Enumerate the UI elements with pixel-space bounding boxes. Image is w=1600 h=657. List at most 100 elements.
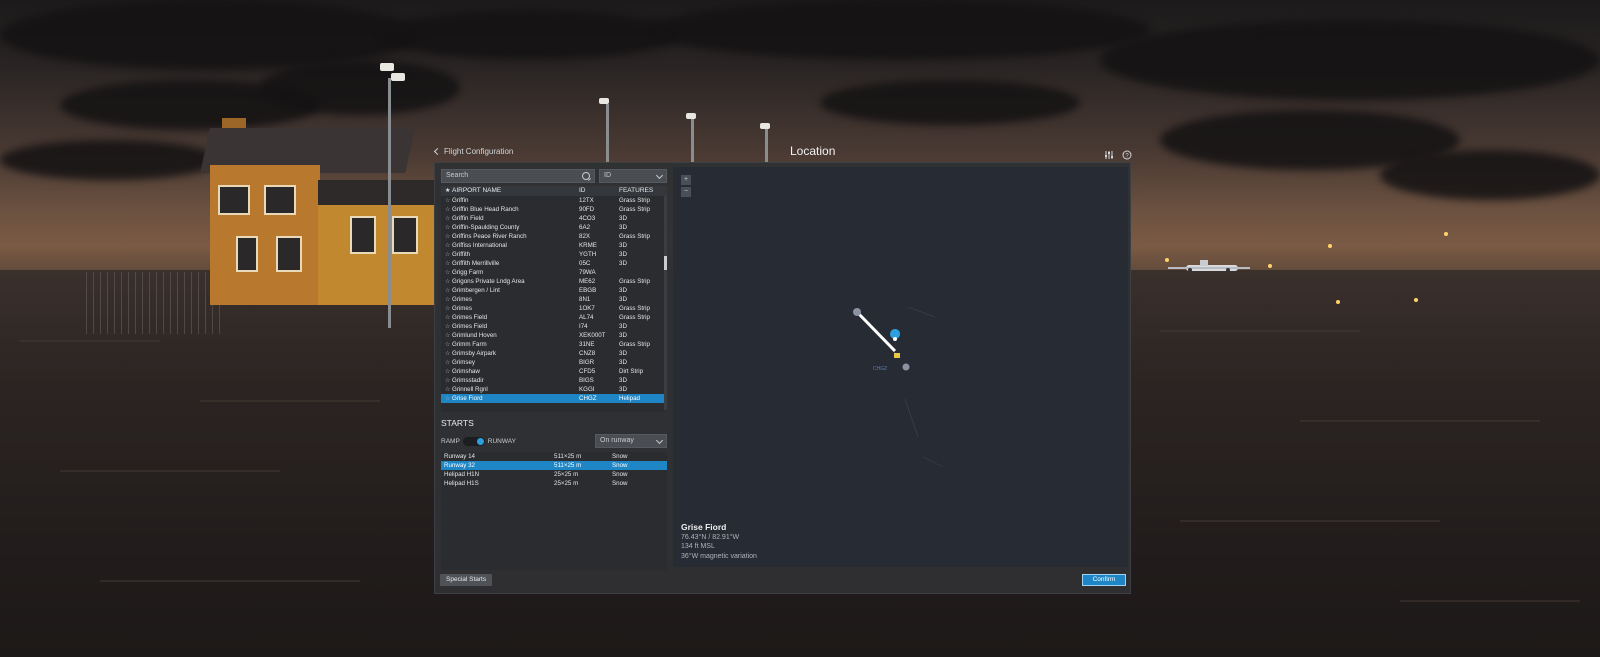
favorite-star-icon[interactable]: ☆ — [445, 296, 452, 304]
favorite-star-icon[interactable]: ☆ — [445, 233, 452, 241]
column-header-id[interactable]: ID — [579, 186, 619, 196]
table-row[interactable]: ☆ Griffin Blue Head Ranch 90FD Grass Strip — [441, 205, 667, 214]
scrollbar[interactable] — [664, 196, 667, 410]
table-row[interactable]: ☆ Griffin 12TX Grass Strip — [441, 196, 667, 205]
airport-features-cell: 3D — [619, 350, 627, 357]
sliders-icon[interactable] — [1104, 147, 1114, 159]
favorite-star-icon[interactable]: ☆ — [445, 260, 452, 268]
favorite-star-icon[interactable]: ☆ — [445, 287, 452, 295]
table-row[interactable]: ☆ Griffiss International KRME 3D — [441, 241, 667, 250]
search-input[interactable]: Search — [441, 169, 595, 183]
favorite-star-icon[interactable]: ☆ — [445, 332, 452, 340]
table-row[interactable]: ☆ Grimes 8N1 3D — [441, 295, 667, 304]
favorite-star-icon[interactable]: ☆ — [445, 314, 452, 322]
column-header-name[interactable]: ★ AIRPORT NAME — [441, 186, 579, 196]
favorite-star-icon[interactable]: ☆ — [445, 224, 452, 232]
favorite-star-icon[interactable]: ☆ — [445, 368, 452, 376]
airport-name-cell: ☆ Grigg Farm — [445, 269, 484, 277]
start-surface-cell: Snow — [612, 480, 628, 487]
favorite-star-icon[interactable]: ☆ — [445, 242, 452, 250]
start-row[interactable]: Runway 32 511×25 m Snow — [441, 461, 667, 470]
airport-id-cell: EBGB — [579, 287, 597, 294]
airport-id-cell: 1OK7 — [579, 305, 595, 312]
favorite-star-icon[interactable]: ☆ — [445, 197, 452, 205]
filter-select[interactable]: ID — [599, 169, 667, 183]
table-row[interactable]: ☆ Griffin Field 4CO3 3D — [441, 214, 667, 223]
window — [218, 185, 250, 215]
start-row[interactable]: Helipad H1S 25×25 m Snow — [441, 479, 667, 488]
start-name-cell: Runway 14 — [444, 453, 475, 460]
airport-elevation: 134 ft MSL — [681, 543, 715, 550]
start-row[interactable]: Runway 14 511×25 m Snow — [441, 452, 667, 461]
favorite-star-icon[interactable]: ☆ — [445, 359, 452, 367]
favorite-star-icon[interactable]: ☆ — [445, 278, 452, 286]
favorite-star-icon[interactable]: ☆ — [445, 251, 452, 259]
window — [276, 236, 302, 272]
dialog-footer: Special Starts Confirm — [435, 569, 1130, 593]
table-row[interactable]: ☆ Griffith YGTH 3D — [441, 250, 667, 259]
wave — [1400, 600, 1580, 602]
favorite-star-icon[interactable]: ☆ — [445, 269, 452, 277]
airport-panel: Search ID ★ AIRPORT NAME ID FEATURES ☆ Gri… — [439, 167, 667, 570]
start-name-cell: Runway 32 — [444, 462, 475, 469]
airport-id-cell: AL74 — [579, 314, 594, 321]
table-row[interactable]: ☆ Grimsey BIGR 3D — [441, 358, 667, 367]
map-view[interactable]: + − CHGZ Grise Fiord 76.43°N / 82.91°W 1… — [673, 167, 1128, 567]
airport-features-cell: Grass Strip — [619, 305, 650, 312]
airport-id-cell: 12TX — [579, 197, 594, 204]
special-starts-button[interactable]: Special Starts — [440, 574, 493, 586]
table-row[interactable]: ☆ Grimm Farm 31NE Grass Strip — [441, 340, 667, 349]
floodlight — [760, 123, 770, 129]
table-row[interactable]: ☆ Grimes 1OK7 Grass Strip — [441, 304, 667, 313]
table-row[interactable]: ☆ Grigons Private Lndg Area ME62 Grass Stri… — [441, 277, 667, 286]
airport-name-cell: ☆ Grigons Private Lndg Area — [445, 278, 525, 286]
start-position-select[interactable]: On runway — [595, 434, 667, 448]
column-header-features[interactable]: FEATURES — [619, 186, 663, 196]
favorite-star-icon[interactable]: ☆ — [445, 215, 452, 223]
airport-id-cell: 8N1 — [579, 296, 591, 303]
table-row[interactable]: ☆ Grimsstadir BIGS 3D — [441, 376, 667, 385]
table-row[interactable]: ☆ Grimes Field I74 3D — [441, 322, 667, 331]
favorite-star-icon[interactable]: ☆ — [445, 395, 452, 403]
table-row[interactable]: ☆ Grimbergen / Lint EBGB 3D — [441, 286, 667, 295]
runway-end-marker — [902, 363, 910, 371]
table-row[interactable]: ☆ Grinnell Rgnl KGGI 3D — [441, 385, 667, 394]
house-roof — [318, 180, 448, 208]
airport-features-cell: Grass Strip — [619, 197, 650, 204]
favorite-star-icon[interactable]: ☆ — [445, 305, 452, 313]
map-airport-label: CHGZ — [873, 366, 887, 372]
filter-value: ID — [604, 172, 611, 179]
start-row[interactable]: Helipad H1N 25×25 m Snow — [441, 470, 667, 479]
confirm-button[interactable]: Confirm — [1082, 574, 1126, 586]
favorite-star-icon[interactable]: ☆ — [445, 386, 452, 394]
table-row[interactable]: ☆ Grimshaw CFD5 Dirt Strip — [441, 367, 667, 376]
airport-id-cell: ME62 — [579, 278, 596, 285]
favorite-star-icon[interactable]: ☆ — [445, 206, 452, 214]
table-row[interactable]: ☆ Grimes Field AL74 Grass Strip — [441, 313, 667, 322]
airport-name-cell: ☆ Grimlund Hoven — [445, 332, 497, 340]
favorite-star-icon[interactable]: ☆ — [445, 377, 452, 385]
table-row[interactable]: ☆ Griffins Peace River Ranch 82X Grass Stri… — [441, 232, 667, 241]
favorite-star-icon[interactable]: ☆ — [445, 350, 452, 358]
help-icon[interactable]: ? — [1122, 147, 1132, 160]
airport-id-cell: CFD5 — [579, 368, 596, 375]
favorite-star-icon[interactable]: ☆ — [445, 323, 452, 331]
favorite-star-icon[interactable]: ☆ — [445, 341, 452, 349]
table-row[interactable]: ☆ Grimsby Airpark CNZ8 3D — [441, 349, 667, 358]
table-row[interactable]: ☆ Grigg Farm 79WA — [441, 268, 667, 277]
runway-light — [1268, 264, 1272, 268]
back-button[interactable]: Flight Configuration — [433, 147, 513, 156]
table-row[interactable]: ☆ Grise Fiord CHGZ Helipad — [441, 394, 667, 403]
table-row[interactable]: ☆ Griffin-Spaulding County 6A2 3D — [441, 223, 667, 232]
airport-id-cell: BIGR — [579, 359, 595, 366]
scrollbar-thumb[interactable] — [664, 256, 667, 270]
airport-id-cell: XEK000T — [579, 332, 606, 339]
runway-light — [1414, 298, 1418, 302]
airport-features-cell: 3D — [619, 251, 627, 258]
ramp-runway-toggle[interactable] — [462, 436, 485, 446]
airport-id-cell: 90FD — [579, 206, 595, 213]
floodlight — [686, 113, 696, 119]
table-row[interactable]: ☆ Griffith Merrillville 05C 3D — [441, 259, 667, 268]
map-canvas: CHGZ — [853, 306, 944, 468]
table-row[interactable]: ☆ Grimlund Hoven XEK000T 3D — [441, 331, 667, 340]
